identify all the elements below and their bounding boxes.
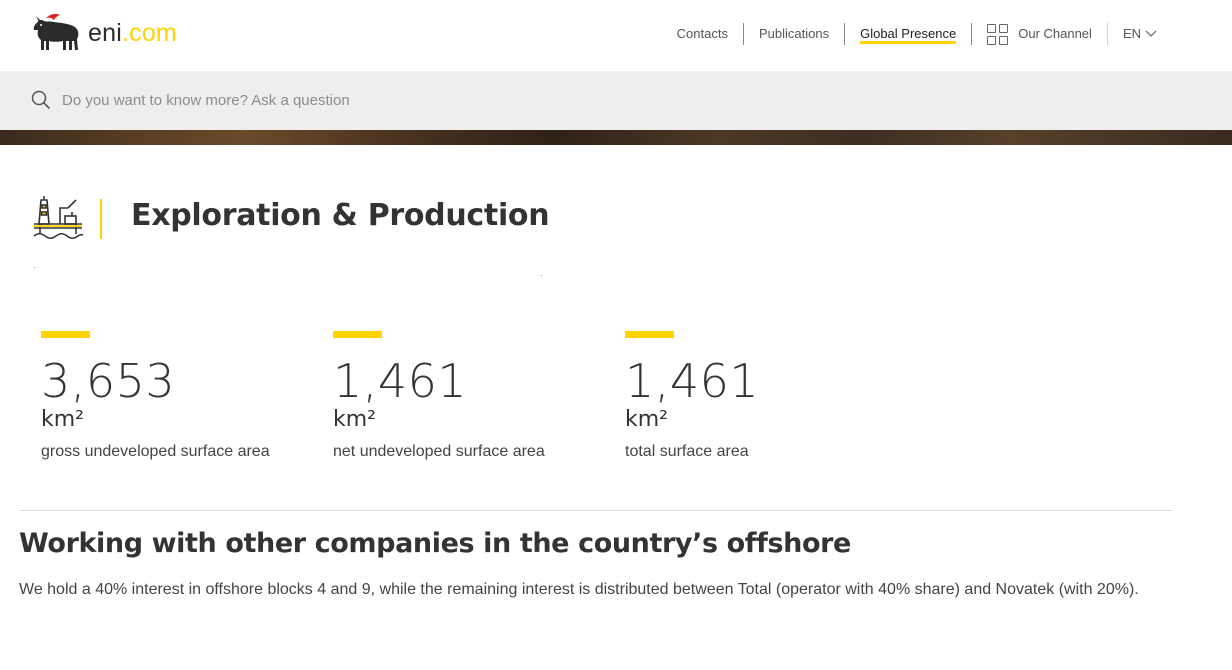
hero-image-strip [0, 130, 1232, 145]
stat-accent-bar [333, 331, 382, 338]
article-paragraph: We hold a 40% interest in offshore block… [19, 581, 1139, 598]
stat-accent-bar [41, 331, 90, 338]
language-label: EN [1122, 26, 1141, 41]
nav-contacts[interactable]: Contacts [662, 23, 743, 45]
stat-unit: km² [333, 407, 376, 432]
nav-publications[interactable]: Publications [744, 23, 844, 45]
grid-icon [987, 23, 1009, 45]
logo-text-eni: eni [88, 18, 122, 47]
top-nav: Contacts Publications Global Presence Ou… [662, 22, 1172, 46]
chevron-down-icon [1145, 30, 1157, 37]
search-bar [0, 71, 1232, 130]
eni-logo[interactable]: eni.com [32, 12, 177, 54]
stat-total-surface: 1,461 km² total surface area [625, 331, 905, 461]
stat-value: 1,461 [333, 354, 468, 408]
section-title: Exploration & Production [131, 198, 550, 233]
section-title-divider [100, 199, 102, 239]
stat-value: 1,461 [625, 354, 760, 408]
section-divider [19, 510, 1173, 511]
stat-unit: km² [41, 407, 84, 432]
stat-unit: km² [625, 407, 668, 432]
search-input[interactable] [62, 85, 762, 115]
stat-gross-undeveloped: 3,653 km² gross undeveloped surface area [41, 331, 321, 461]
stat-label: net undeveloped surface area [333, 443, 545, 460]
search-icon[interactable] [31, 90, 51, 110]
nav-our-channel-label: Our Channel [1018, 26, 1092, 41]
stat-value: 3,653 [41, 354, 176, 408]
article-heading: Working with other companies in the coun… [19, 528, 851, 559]
offshore-platform-icon [33, 196, 84, 240]
stat-accent-bar [625, 331, 674, 338]
language-selector[interactable]: EN [1108, 23, 1172, 45]
nav-global-presence[interactable]: Global Presence [845, 23, 971, 45]
decorative-dot [34, 267, 35, 268]
stat-label: gross undeveloped surface area [41, 443, 270, 460]
stat-label: total surface area [625, 443, 749, 460]
six-legged-dog-logo-icon [33, 14, 79, 50]
nav-our-channel[interactable]: Our Channel [972, 23, 1107, 45]
decorative-dot [541, 275, 542, 276]
site-header: eni.com Contacts Publications Global Pre… [0, 0, 1232, 71]
stat-net-undeveloped: 1,461 km² net undeveloped surface area [333, 331, 613, 461]
logo-text-com: com [129, 18, 177, 47]
nav-global-presence-label: Global Presence [860, 26, 957, 44]
logo-wordmark: eni.com [88, 19, 177, 48]
